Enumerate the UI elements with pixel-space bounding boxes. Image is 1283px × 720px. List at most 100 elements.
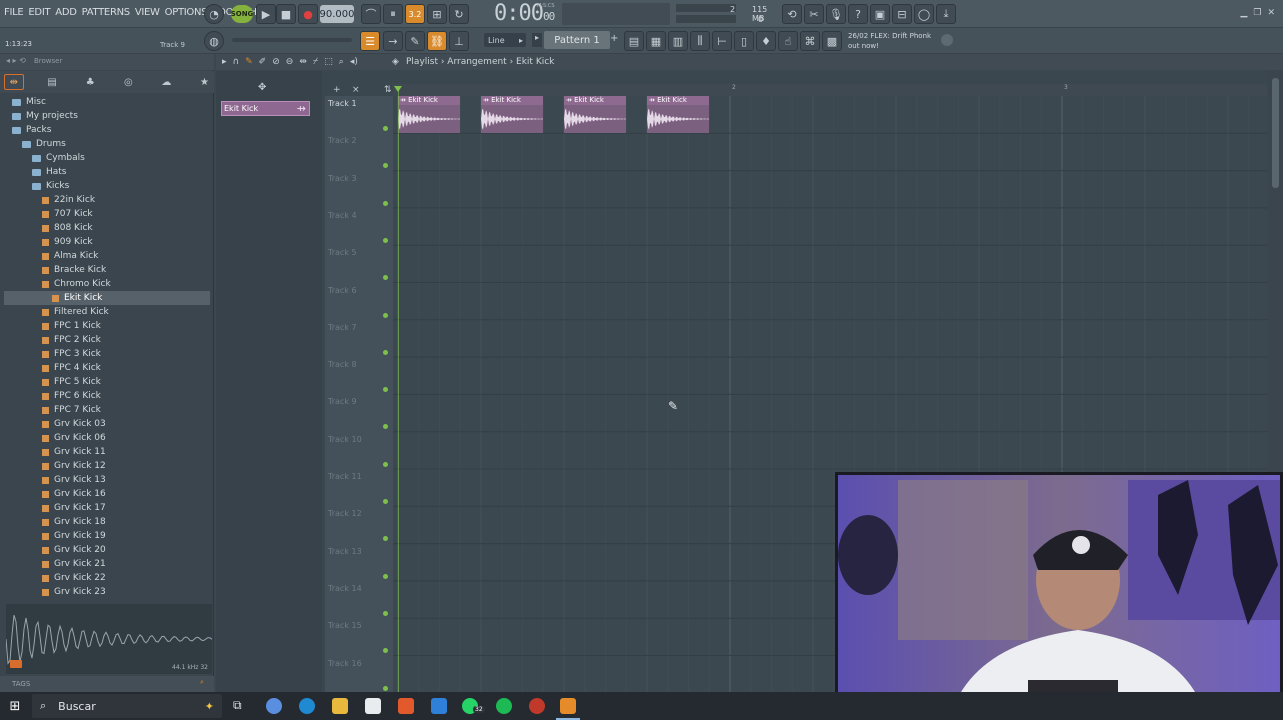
browser-file[interactable]: Filtered Kick (4, 305, 210, 319)
browser-folder[interactable]: Packs (4, 123, 210, 137)
record-button[interactable]: ● (298, 4, 318, 24)
browser-file[interactable]: FPC 7 Kick (4, 403, 210, 417)
browser-file[interactable]: Grv Kick 23 (4, 585, 210, 599)
taskbar-search[interactable]: ⌕ Buscar ✦ (32, 694, 222, 718)
pencil-icon[interactable]: ✎ (405, 31, 425, 51)
preview-play-icon[interactable] (10, 660, 22, 668)
browser-file[interactable]: FPC 1 Kick (4, 319, 210, 333)
copilot-icon[interactable] (266, 698, 282, 714)
browser-file[interactable]: Grv Kick 11 (4, 445, 210, 459)
snap-select[interactable]: Line ▸ (484, 33, 526, 47)
menu-options[interactable]: OPTIONS (165, 7, 208, 18)
loop-record-icon[interactable]: ↻ (449, 4, 469, 24)
arrow-icon[interactable]: → (383, 31, 403, 51)
paint-tool-icon[interactable]: ✐ (259, 57, 267, 67)
mail-icon[interactable] (431, 698, 447, 714)
browser-file[interactable]: Grv Kick 12 (4, 459, 210, 473)
track-name[interactable]: Track 5 (328, 248, 357, 257)
track-mute-led[interactable] (383, 648, 388, 654)
audio-clip[interactable]: ⇸ Ekit Kick (647, 96, 709, 133)
play-button[interactable]: ▶ (256, 4, 276, 24)
pattern-select[interactable]: Pattern 1 (544, 31, 610, 49)
track-mute-led[interactable] (383, 424, 388, 430)
track-mute-led[interactable] (383, 237, 388, 243)
magnet-icon[interactable]: ∩ (233, 57, 240, 67)
browser-file[interactable]: Grv Kick 20 (4, 543, 210, 557)
sample-preview[interactable]: 44.1 kHz 32 (5, 604, 213, 674)
browser-file[interactable]: Grv Kick 22 (4, 571, 210, 585)
browser-folder[interactable]: Cymbals (4, 151, 210, 165)
browser-folder[interactable]: My projects (4, 109, 210, 123)
hint-knob-icon[interactable]: ◔ (204, 4, 224, 24)
delete-tool-icon[interactable]: ⊘ (272, 57, 280, 67)
store-app-icon[interactable] (365, 698, 381, 714)
cut-icon[interactable]: ✂ (804, 4, 824, 24)
remove-track-icon[interactable]: × (352, 85, 360, 95)
browser-file[interactable]: FPC 2 Kick (4, 333, 210, 347)
master-pitch-slider[interactable] (232, 38, 352, 42)
track-mute-led[interactable] (383, 349, 388, 355)
track-name[interactable]: Track 12 (328, 509, 362, 518)
playhead[interactable] (398, 86, 399, 692)
help-icon[interactable]: ? (848, 4, 868, 24)
link-icon[interactable]: ⛓ (427, 31, 447, 51)
browser-nav-icons[interactable]: ◂ ▸ ⟲ (6, 56, 26, 65)
breadcrumb-arrow-icon[interactable]: ◈ (392, 57, 399, 67)
browser-folder[interactable]: Misc (4, 95, 210, 109)
tempo-display[interactable]: 90.000 (320, 5, 355, 23)
metronome-icon[interactable]: ⌒ (361, 4, 381, 24)
spotify-icon[interactable] (496, 698, 512, 714)
track-name[interactable]: Track 10 (328, 435, 362, 444)
brave-icon[interactable] (398, 698, 414, 714)
mic-icon[interactable]: 🎙 (826, 4, 846, 24)
clip-source-item[interactable]: Ekit Kick ⇸ (221, 101, 310, 116)
chat-icon[interactable]: ◯ (914, 4, 934, 24)
plugin-icon[interactable]: ♦ (756, 31, 776, 51)
track-name[interactable]: Track 14 (328, 584, 362, 593)
midi-icon[interactable]: ⊟ (892, 4, 912, 24)
track-name[interactable]: Track 8 (328, 360, 357, 369)
browser-file[interactable]: Grv Kick 16 (4, 487, 210, 501)
menu-edit[interactable]: EDIT (28, 7, 50, 18)
browser-file[interactable]: FPC 5 Kick (4, 375, 210, 389)
track-name[interactable]: Track 9 (328, 397, 357, 406)
bird-icon[interactable]: ⌘ (800, 31, 820, 51)
scrollbar-thumb[interactable] (1272, 78, 1279, 188)
undo-history-icon[interactable]: ⟲ (782, 4, 802, 24)
browser-file[interactable]: FPC 3 Kick (4, 347, 210, 361)
browser-file[interactable]: Grv Kick 06 (4, 431, 210, 445)
news-ticker[interactable]: 26/02 FLEX: Drift Phonk out now! (848, 31, 931, 51)
browser-db-tab[interactable]: ◎ (119, 74, 138, 90)
search-icon[interactable]: ⌕ (200, 678, 204, 687)
track-mute-led[interactable] (383, 499, 388, 504)
download-icon[interactable]: ⤓ (936, 4, 956, 24)
track-name[interactable]: Track 13 (328, 547, 362, 556)
pattern-add-icon[interactable]: + (610, 33, 618, 44)
browser-file[interactable]: Grv Kick 03 (4, 417, 210, 431)
browser-file[interactable]: Chromo Kick (4, 277, 210, 291)
restore-icon[interactable]: ❐ (1253, 8, 1261, 18)
track-name[interactable]: Track 6 (328, 286, 357, 295)
track-mute-led[interactable] (383, 126, 388, 131)
stop-button[interactable]: ■ (276, 4, 296, 24)
track-name[interactable]: Track 3 (328, 174, 357, 183)
browser-file[interactable]: 707 Kick (4, 207, 210, 221)
edge-icon[interactable] (299, 698, 315, 714)
track-name[interactable]: Track 4 (328, 211, 357, 220)
browser-file[interactable]: 909 Kick (4, 235, 210, 249)
track-name[interactable]: Track 2 (328, 136, 357, 145)
save-icon[interactable]: ▣ (870, 4, 890, 24)
track-mute-led[interactable] (383, 685, 388, 691)
browser-file[interactable]: Bracke Kick (4, 263, 210, 277)
browser-file[interactable]: 808 Kick (4, 221, 210, 235)
audio-clip[interactable]: ⇸ Ekit Kick (398, 96, 460, 133)
browser-folder[interactable]: Drums (4, 137, 210, 151)
add-track-icon[interactable]: + (333, 85, 341, 95)
track-mute-led[interactable] (383, 387, 388, 393)
track-mute-led[interactable] (383, 536, 388, 542)
touch-icon[interactable]: ☝ (778, 31, 798, 51)
menu-patterns[interactable]: PATTERNS (82, 7, 131, 18)
mixer-icon[interactable]: ⫼ (690, 31, 710, 51)
playlist-view-icon[interactable]: ☰ (360, 31, 380, 51)
timeline-options-icon[interactable]: ⇅ (384, 85, 392, 95)
